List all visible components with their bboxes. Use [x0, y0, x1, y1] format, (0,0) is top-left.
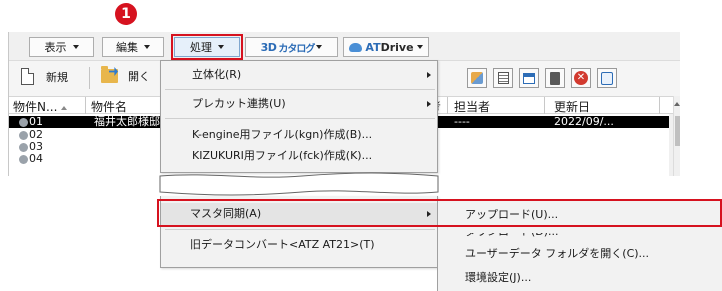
submenu-item-open-user-data-folder[interactable]: ユーザーデータ フォルダを開く(C)...	[438, 243, 722, 265]
menubar: 表示 編集 処理 3D カタログ ATDrive	[9, 32, 680, 60]
menu-item-label: プレカット連携(U)	[192, 97, 286, 110]
edit-menu-label: 編集	[116, 41, 138, 54]
owner-cell: ----	[454, 115, 470, 128]
menu-item-label: KIZUKURI用ファイル(fck)作成(K)...	[192, 149, 373, 162]
delete-icon: ✕	[574, 71, 588, 85]
view-menu-label: 表示	[44, 41, 67, 54]
menu-item-label: 旧データコンバート<ATZ AT21>(T)	[190, 238, 375, 251]
duplicate-icon	[523, 72, 535, 84]
omitted-menu-section-break	[159, 172, 439, 196]
menu-item-precut-link[interactable]: プレカット連携(U)	[161, 94, 437, 114]
atdrive-label: ATDrive	[365, 40, 414, 54]
column-divider[interactable]	[544, 97, 545, 114]
menu-item-label: 環境設定(J)...	[465, 271, 532, 284]
property-file-icon	[19, 118, 28, 127]
view-menu-button[interactable]: 表示	[29, 37, 94, 57]
menu-item-kizukuri-export[interactable]: KIZUKURI用ファイル(fck)作成(K)...	[161, 146, 437, 166]
menu-divider	[165, 229, 435, 230]
new-button-label: 新規	[46, 70, 68, 84]
property-file-icon	[19, 131, 28, 140]
recycle-bin-button[interactable]	[597, 68, 617, 88]
column-header-property-name[interactable]: 物件名	[91, 98, 127, 115]
process-dropdown-menu: 立体化(R) プレカット連携(U) K-engine用ファイル(kgn)作成(B…	[160, 60, 438, 173]
menu-item-label: ユーザーデータ フォルダを開く(C)...	[465, 247, 650, 260]
menu-item-label: 立体化(R)	[192, 68, 242, 81]
submenu-arrow-icon	[427, 101, 431, 107]
delete-button[interactable]: ✕	[571, 68, 591, 88]
3d-catalog-prefix: 3D	[260, 40, 277, 54]
submenu-item-environment-settings[interactable]: 環境設定(J)...	[438, 267, 722, 289]
updated-date-cell: 2022/09/...	[554, 115, 614, 128]
trash-icon	[550, 71, 560, 85]
new-button[interactable]: 新規	[21, 68, 68, 85]
submenu-arrow-icon	[427, 72, 431, 78]
process-button-highlight	[171, 34, 243, 60]
duplicate-button[interactable]	[519, 68, 539, 88]
sort-ascending-icon	[61, 105, 68, 110]
menu-item-label: ダウンロード(D)...	[465, 233, 559, 241]
column-header-updated[interactable]: 更新日	[554, 98, 590, 115]
column-header-property-no[interactable]: 物件N...	[13, 98, 68, 115]
menu-item-kengine-export[interactable]: K-engine用ファイル(kgn)作成(B)...	[161, 125, 437, 145]
recycle-bin-icon	[601, 71, 613, 85]
column-header-owner[interactable]: 担当者	[454, 98, 490, 115]
trash-button[interactable]	[545, 68, 565, 88]
menu-item-legacy-data-convert[interactable]: 旧データコンバート<ATZ AT21>(T)	[161, 234, 437, 256]
new-document-icon	[21, 68, 34, 85]
chevron-down-icon	[144, 45, 150, 49]
column-divider[interactable]	[447, 97, 448, 114]
import-button[interactable]	[467, 68, 487, 88]
atdrive-button[interactable]: ATDrive	[343, 37, 429, 57]
master-sync-upload-highlight	[157, 199, 722, 227]
properties-icon	[497, 72, 509, 84]
cloud-icon	[349, 42, 363, 52]
property-file-icon	[19, 155, 28, 164]
scroll-up-icon[interactable]	[674, 102, 680, 106]
properties-button[interactable]	[493, 68, 513, 88]
edit-menu-button[interactable]: 編集	[102, 37, 164, 57]
property-name-cell: 福井太郎様邸	[94, 115, 160, 128]
menu-item-label: K-engine用ファイル(kgn)作成(B)...	[192, 128, 373, 141]
import-icon	[471, 72, 483, 84]
open-folder-icon	[101, 66, 118, 83]
property-file-icon	[19, 143, 28, 152]
menu-divider	[165, 89, 435, 90]
open-button[interactable]: 開く	[101, 66, 150, 84]
open-button-label: 開く	[128, 70, 150, 83]
3d-catalog-button[interactable]: 3D カタログ	[245, 37, 338, 57]
property-no-cell: 04	[29, 152, 43, 165]
chevron-down-icon	[416, 45, 423, 49]
chevron-down-icon	[72, 45, 79, 49]
menu-divider	[165, 118, 435, 119]
column-divider[interactable]	[85, 97, 86, 114]
property-no-cell: 01	[29, 115, 43, 128]
3d-catalog-label: カタログ	[278, 43, 315, 55]
submenu-item-download[interactable]: ダウンロード(D)...	[438, 233, 722, 241]
scroll-thumb[interactable]	[675, 116, 680, 146]
toolbar-divider	[89, 67, 90, 89]
menu-item-3d-conversion[interactable]: 立体化(R)	[161, 65, 437, 85]
chevron-down-icon	[316, 45, 323, 49]
column-divider[interactable]	[659, 97, 660, 114]
toolbar-icon-group: ✕	[467, 68, 617, 88]
vertical-scrollbar[interactable]	[673, 96, 680, 176]
step-number-badge: 1	[115, 3, 137, 25]
